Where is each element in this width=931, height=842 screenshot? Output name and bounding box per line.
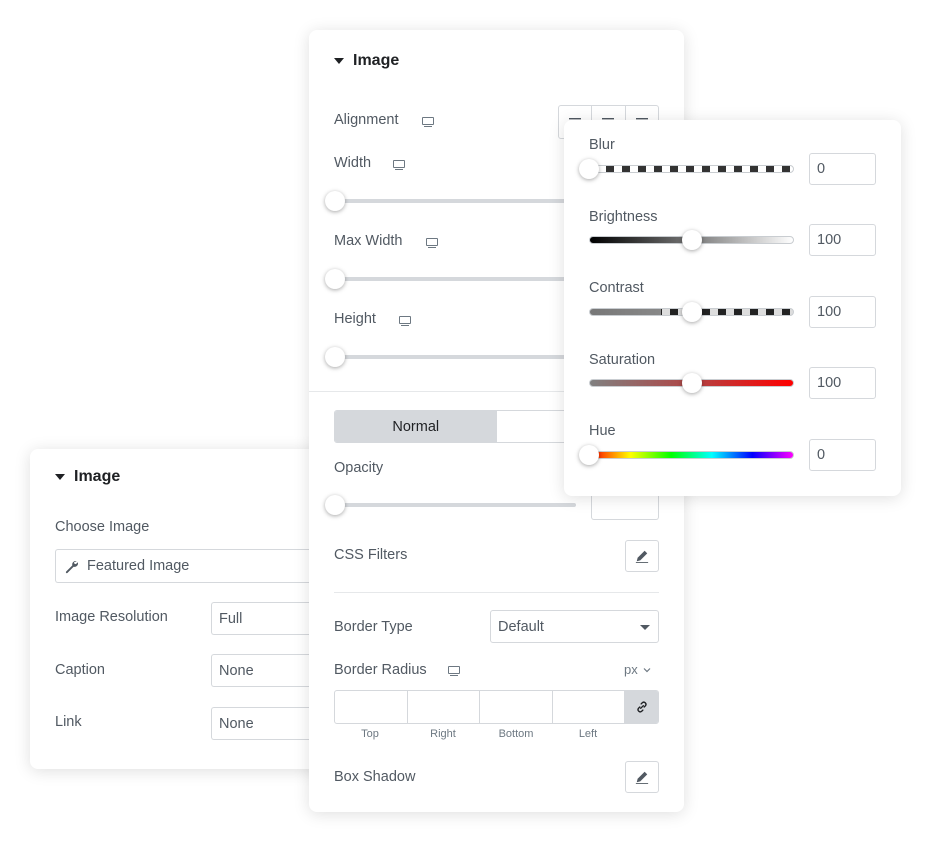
section-divider (334, 592, 659, 593)
opacity-slider-handle[interactable] (325, 495, 345, 515)
css-filters-edit-button[interactable] (625, 540, 659, 572)
contrast-value-input[interactable]: 100 (809, 296, 876, 328)
opacity-label: Opacity (334, 460, 384, 476)
saturation-value: 100 (817, 375, 842, 391)
desktop-icon[interactable] (425, 237, 439, 249)
box-shadow-label: Box Shadow (334, 769, 416, 785)
opacity-slider-track[interactable] (334, 503, 576, 507)
wrench-icon (65, 561, 78, 574)
link-icon (636, 701, 647, 713)
unit-selector[interactable]: px (624, 662, 651, 677)
dropdown-arrow-icon (640, 625, 650, 630)
section-toggle-image[interactable]: Image (334, 52, 399, 70)
featured-image-field[interactable]: Featured Image (55, 549, 345, 583)
image-resolution-label: Image Resolution (55, 609, 168, 625)
pencil-icon (635, 771, 649, 784)
hue-slider-track[interactable] (589, 451, 794, 459)
unit-value: px (624, 662, 638, 677)
dimension-bottom-input[interactable] (480, 691, 553, 723)
desktop-icon[interactable] (392, 159, 406, 171)
section-title: Image (353, 52, 400, 69)
brightness-value-input[interactable]: 100 (809, 224, 876, 256)
dimension-right-label: Right (430, 728, 456, 740)
blur-slider-handle[interactable] (579, 159, 599, 179)
content-image-panel: Image Choose Image Featured Image Image … (30, 449, 351, 769)
dimension-right-input[interactable] (408, 691, 480, 723)
css-filters-label: CSS Filters (334, 547, 408, 563)
border-type-select[interactable]: Default (490, 610, 659, 643)
brightness-label: Brightness (589, 209, 658, 225)
saturation-value-input[interactable]: 100 (809, 367, 876, 399)
caption-value: None (219, 662, 254, 679)
contrast-value: 100 (817, 304, 842, 320)
blur-value: 0 (817, 161, 826, 177)
width-slider-track[interactable] (334, 199, 574, 203)
chevron-down-icon (643, 667, 651, 672)
contrast-label: Contrast (589, 280, 644, 296)
desktop-icon[interactable] (421, 116, 435, 128)
desktop-icon[interactable] (447, 665, 461, 677)
hue-value-input[interactable]: 0 (809, 439, 876, 471)
hue-label: Hue (589, 423, 616, 439)
alignment-label: Alignment (334, 112, 399, 128)
link-values-button[interactable] (625, 691, 658, 723)
caret-down-icon (334, 58, 344, 64)
dimension-left-label: Left (578, 728, 598, 740)
saturation-label: Saturation (589, 352, 656, 368)
max-width-label: Max Width (334, 233, 403, 249)
desktop-icon[interactable] (398, 315, 412, 327)
caption-label: Caption (55, 662, 105, 678)
section-title: Image (74, 468, 121, 485)
caret-down-icon (55, 474, 65, 480)
hue-slider-handle[interactable] (579, 445, 599, 465)
dimension-left-input[interactable] (553, 691, 625, 723)
link-value: None (219, 715, 254, 732)
brightness-value: 100 (817, 232, 842, 248)
dimension-top-input[interactable] (335, 691, 408, 723)
contrast-slider-handle[interactable] (681, 302, 702, 322)
width-label: Width (334, 155, 372, 171)
height-label: Height (334, 311, 376, 327)
pencil-icon (635, 550, 649, 563)
brightness-slider-handle[interactable] (681, 230, 702, 250)
height-slider-track[interactable] (334, 355, 574, 359)
height-slider-handle[interactable] (325, 347, 345, 367)
border-radius-dimensions (334, 690, 659, 724)
saturation-slider-handle[interactable] (681, 373, 702, 393)
blur-label: Blur (589, 137, 615, 153)
tab-normal[interactable]: Normal (335, 411, 497, 442)
featured-image-value: Featured Image (87, 558, 190, 574)
max-width-slider-track[interactable] (334, 277, 574, 281)
width-slider-handle[interactable] (325, 191, 345, 211)
css-filters-popover: Blur 0 Brightness 100 Contrast 100 Satur… (564, 120, 901, 496)
choose-image-label: Choose Image (55, 519, 150, 535)
dimension-top-label: Top (361, 728, 379, 740)
hue-value: 0 (817, 447, 826, 463)
blur-value-input[interactable]: 0 (809, 153, 876, 185)
border-type-label: Border Type (334, 619, 413, 635)
box-shadow-edit-button[interactable] (625, 761, 659, 793)
max-width-slider-handle[interactable] (325, 269, 345, 289)
section-toggle-image[interactable]: Image (55, 468, 120, 486)
blur-slider-track[interactable] (589, 165, 794, 173)
link-label: Link (55, 714, 82, 730)
image-resolution-value: Full (219, 610, 243, 627)
border-type-value: Default (498, 618, 544, 635)
border-radius-label: Border Radius (334, 662, 427, 678)
dimension-bottom-label: Bottom (498, 728, 534, 740)
